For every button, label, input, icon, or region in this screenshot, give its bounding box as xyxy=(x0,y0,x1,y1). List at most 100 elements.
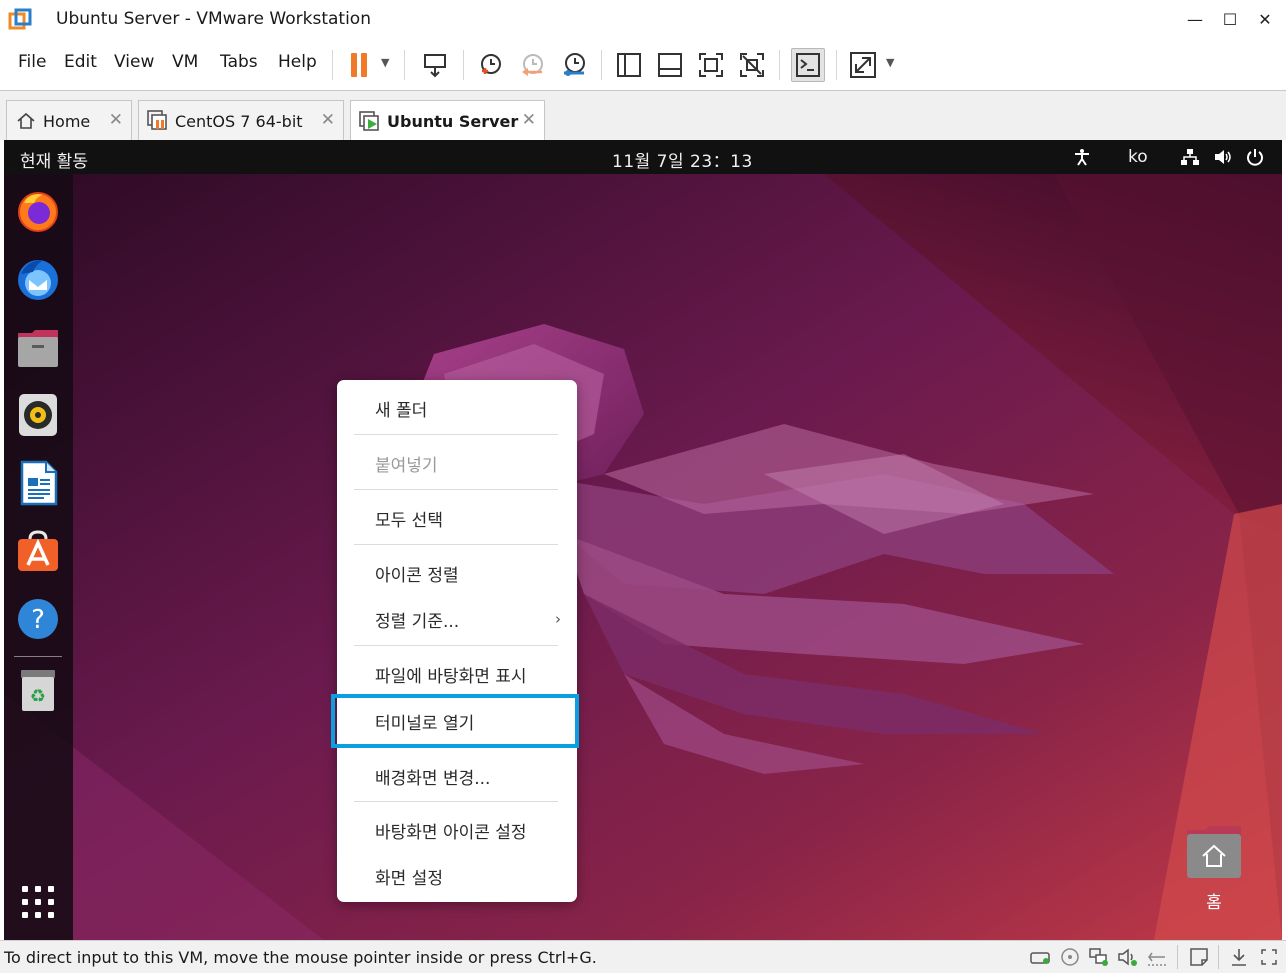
home-folder-label: 홈 xyxy=(1206,893,1222,913)
sound-card-icon[interactable] xyxy=(1117,946,1139,968)
menu-item-display-settings[interactable]: 화면 설정 xyxy=(337,856,577,896)
pause-button[interactable] xyxy=(342,48,376,82)
status-message: To direct input to this VM, move the mou… xyxy=(4,948,597,967)
toolbar-separator xyxy=(332,50,333,80)
close-tab-icon[interactable]: ✕ xyxy=(109,110,123,130)
menu-file[interactable]: File xyxy=(18,52,46,72)
trash-icon[interactable]: ♻ xyxy=(15,668,61,714)
rhythmbox-icon[interactable] xyxy=(15,392,61,438)
menu-item-select-all[interactable]: 모두 선택 xyxy=(337,498,577,538)
menu-item-desktop-icon-settings[interactable]: 바탕화면 아이콘 설정 xyxy=(337,810,577,850)
menu-item-open-in-terminal[interactable]: 터미널로 열기 xyxy=(331,694,579,748)
stretch-guest-icon xyxy=(850,52,876,78)
network-adapter-icon[interactable] xyxy=(1088,946,1110,968)
toolbar-separator xyxy=(779,50,780,80)
menu-separator xyxy=(354,544,558,545)
full-screen-icon xyxy=(699,53,723,77)
menu-item-new-folder[interactable]: 새 폴더 xyxy=(337,388,577,428)
files-icon[interactable] xyxy=(15,324,61,370)
menu-view[interactable]: View xyxy=(114,52,154,72)
status-separator xyxy=(1218,945,1219,969)
console-view-icon xyxy=(796,53,820,77)
take-snapshot-button[interactable] xyxy=(473,48,507,82)
clock[interactable]: 11월 7일 23：13 xyxy=(612,147,753,172)
menu-item-change-background[interactable]: 배경화면 변경... xyxy=(337,756,577,796)
tab-label: Home xyxy=(43,111,91,131)
pause-dropdown-icon[interactable]: ▼ xyxy=(381,56,389,69)
show-applications-button[interactable] xyxy=(22,886,54,918)
minimize-button[interactable]: — xyxy=(1180,6,1210,32)
send-ctrl-alt-del-button[interactable] xyxy=(418,48,452,82)
firefox-icon[interactable] xyxy=(15,188,61,234)
vmware-app-icon xyxy=(8,8,32,32)
ubuntu-software-icon[interactable] xyxy=(15,528,61,574)
snapshot-manager-icon xyxy=(564,53,585,76)
toolbar-separator xyxy=(404,50,405,80)
input-language-indicator[interactable]: ko xyxy=(1128,147,1148,167)
close-tab-icon[interactable]: ✕ xyxy=(321,110,335,130)
menu-toolbar: File Edit View VM Tabs Help ▼ ▼ xyxy=(0,40,1286,90)
close-window-button[interactable]: ✕ xyxy=(1250,6,1280,32)
stretch-guest-button[interactable] xyxy=(846,48,880,82)
gnome-top-bar: 현재 활동 11월 7일 23：13 ko xyxy=(4,140,1282,174)
tab-ubuntu-server[interactable]: Ubuntu Server ✕ xyxy=(350,100,545,142)
download-icon[interactable] xyxy=(1228,946,1250,968)
maximize-icon: ☐ xyxy=(1222,9,1238,29)
vm-display[interactable]: 현재 활동 11월 7일 23：13 ko ? ♻ 새 폴더 붙여넣기 모두 선… xyxy=(4,140,1282,940)
submenu-arrow-icon: › xyxy=(555,610,561,628)
full-screen-button[interactable] xyxy=(694,48,728,82)
show-library-button[interactable] xyxy=(612,48,646,82)
menu-edit[interactable]: Edit xyxy=(64,52,97,72)
cd-dvd-icon[interactable] xyxy=(1059,946,1081,968)
tab-centos[interactable]: CentOS 7 64-bit ✕ xyxy=(138,100,344,141)
message-log-icon[interactable] xyxy=(1188,946,1210,968)
close-tab-icon[interactable]: ✕ xyxy=(522,110,536,130)
menu-vm[interactable]: VM xyxy=(172,52,198,72)
minimize-icon: — xyxy=(1187,9,1203,29)
power-icon[interactable] xyxy=(1245,147,1265,167)
menu-item-arrange-icons[interactable]: 아이콘 정렬 xyxy=(337,553,577,593)
svg-text:?: ? xyxy=(31,605,45,635)
console-view-button[interactable] xyxy=(791,48,825,82)
desktop-context-menu: 새 폴더 붙여넣기 모두 선택 아이콘 정렬 정렬 기준... › 파일에 바탕… xyxy=(331,380,579,902)
libreoffice-writer-icon[interactable] xyxy=(15,460,61,506)
help-icon[interactable]: ? xyxy=(15,596,61,642)
send-ctrl-alt-del-icon xyxy=(424,54,446,78)
accessibility-icon[interactable] xyxy=(1072,147,1092,167)
title-bar: Ubuntu Server - VMware Workstation — ☐ ✕ xyxy=(0,0,1286,40)
network-icon[interactable] xyxy=(1180,147,1200,167)
revert-snapshot-button[interactable] xyxy=(515,48,549,82)
tab-label: CentOS 7 64-bit xyxy=(175,111,303,131)
snapshot-manager-button[interactable] xyxy=(557,48,591,82)
dock-separator xyxy=(14,656,62,657)
vm-running-icon xyxy=(359,110,381,133)
window-title: Ubuntu Server - VMware Workstation xyxy=(56,9,371,29)
activities-button[interactable]: 현재 활동 xyxy=(20,147,88,172)
thunderbird-icon[interactable] xyxy=(15,256,61,302)
menu-help[interactable]: Help xyxy=(278,52,317,72)
home-folder-icon xyxy=(1187,826,1241,878)
desktop-wallpaper[interactable] xyxy=(4,174,1282,940)
menu-item-show-desktop-in-files[interactable]: 파일에 바탕화면 표시 xyxy=(337,654,577,694)
show-thumbnail-icon xyxy=(658,53,682,77)
stretch-dropdown-icon[interactable]: ▼ xyxy=(886,56,894,69)
toolbar-separator xyxy=(463,50,464,80)
show-thumbnail-button[interactable] xyxy=(653,48,687,82)
hard-disk-icon[interactable] xyxy=(1030,946,1052,968)
menu-item-sort-by[interactable]: 정렬 기준... › xyxy=(337,599,577,639)
menu-separator xyxy=(354,645,558,646)
menu-separator xyxy=(354,434,558,435)
menu-item-paste: 붙여넣기 xyxy=(375,455,438,476)
menu-separator xyxy=(354,489,558,490)
close-icon: ✕ xyxy=(1258,9,1272,29)
usb-icon[interactable] xyxy=(1146,946,1168,968)
tab-home[interactable]: Home ✕ xyxy=(6,100,132,141)
unity-button[interactable] xyxy=(735,48,769,82)
maximize-button[interactable]: ☐ xyxy=(1215,6,1245,32)
volume-icon[interactable] xyxy=(1213,147,1233,167)
menu-tabs[interactable]: Tabs xyxy=(220,52,258,72)
desktop-home-folder[interactable]: 홈 xyxy=(1185,824,1243,914)
unity-icon xyxy=(740,53,764,77)
toolbar-separator xyxy=(836,50,837,80)
fullscreen-toggle-icon[interactable] xyxy=(1258,946,1280,968)
